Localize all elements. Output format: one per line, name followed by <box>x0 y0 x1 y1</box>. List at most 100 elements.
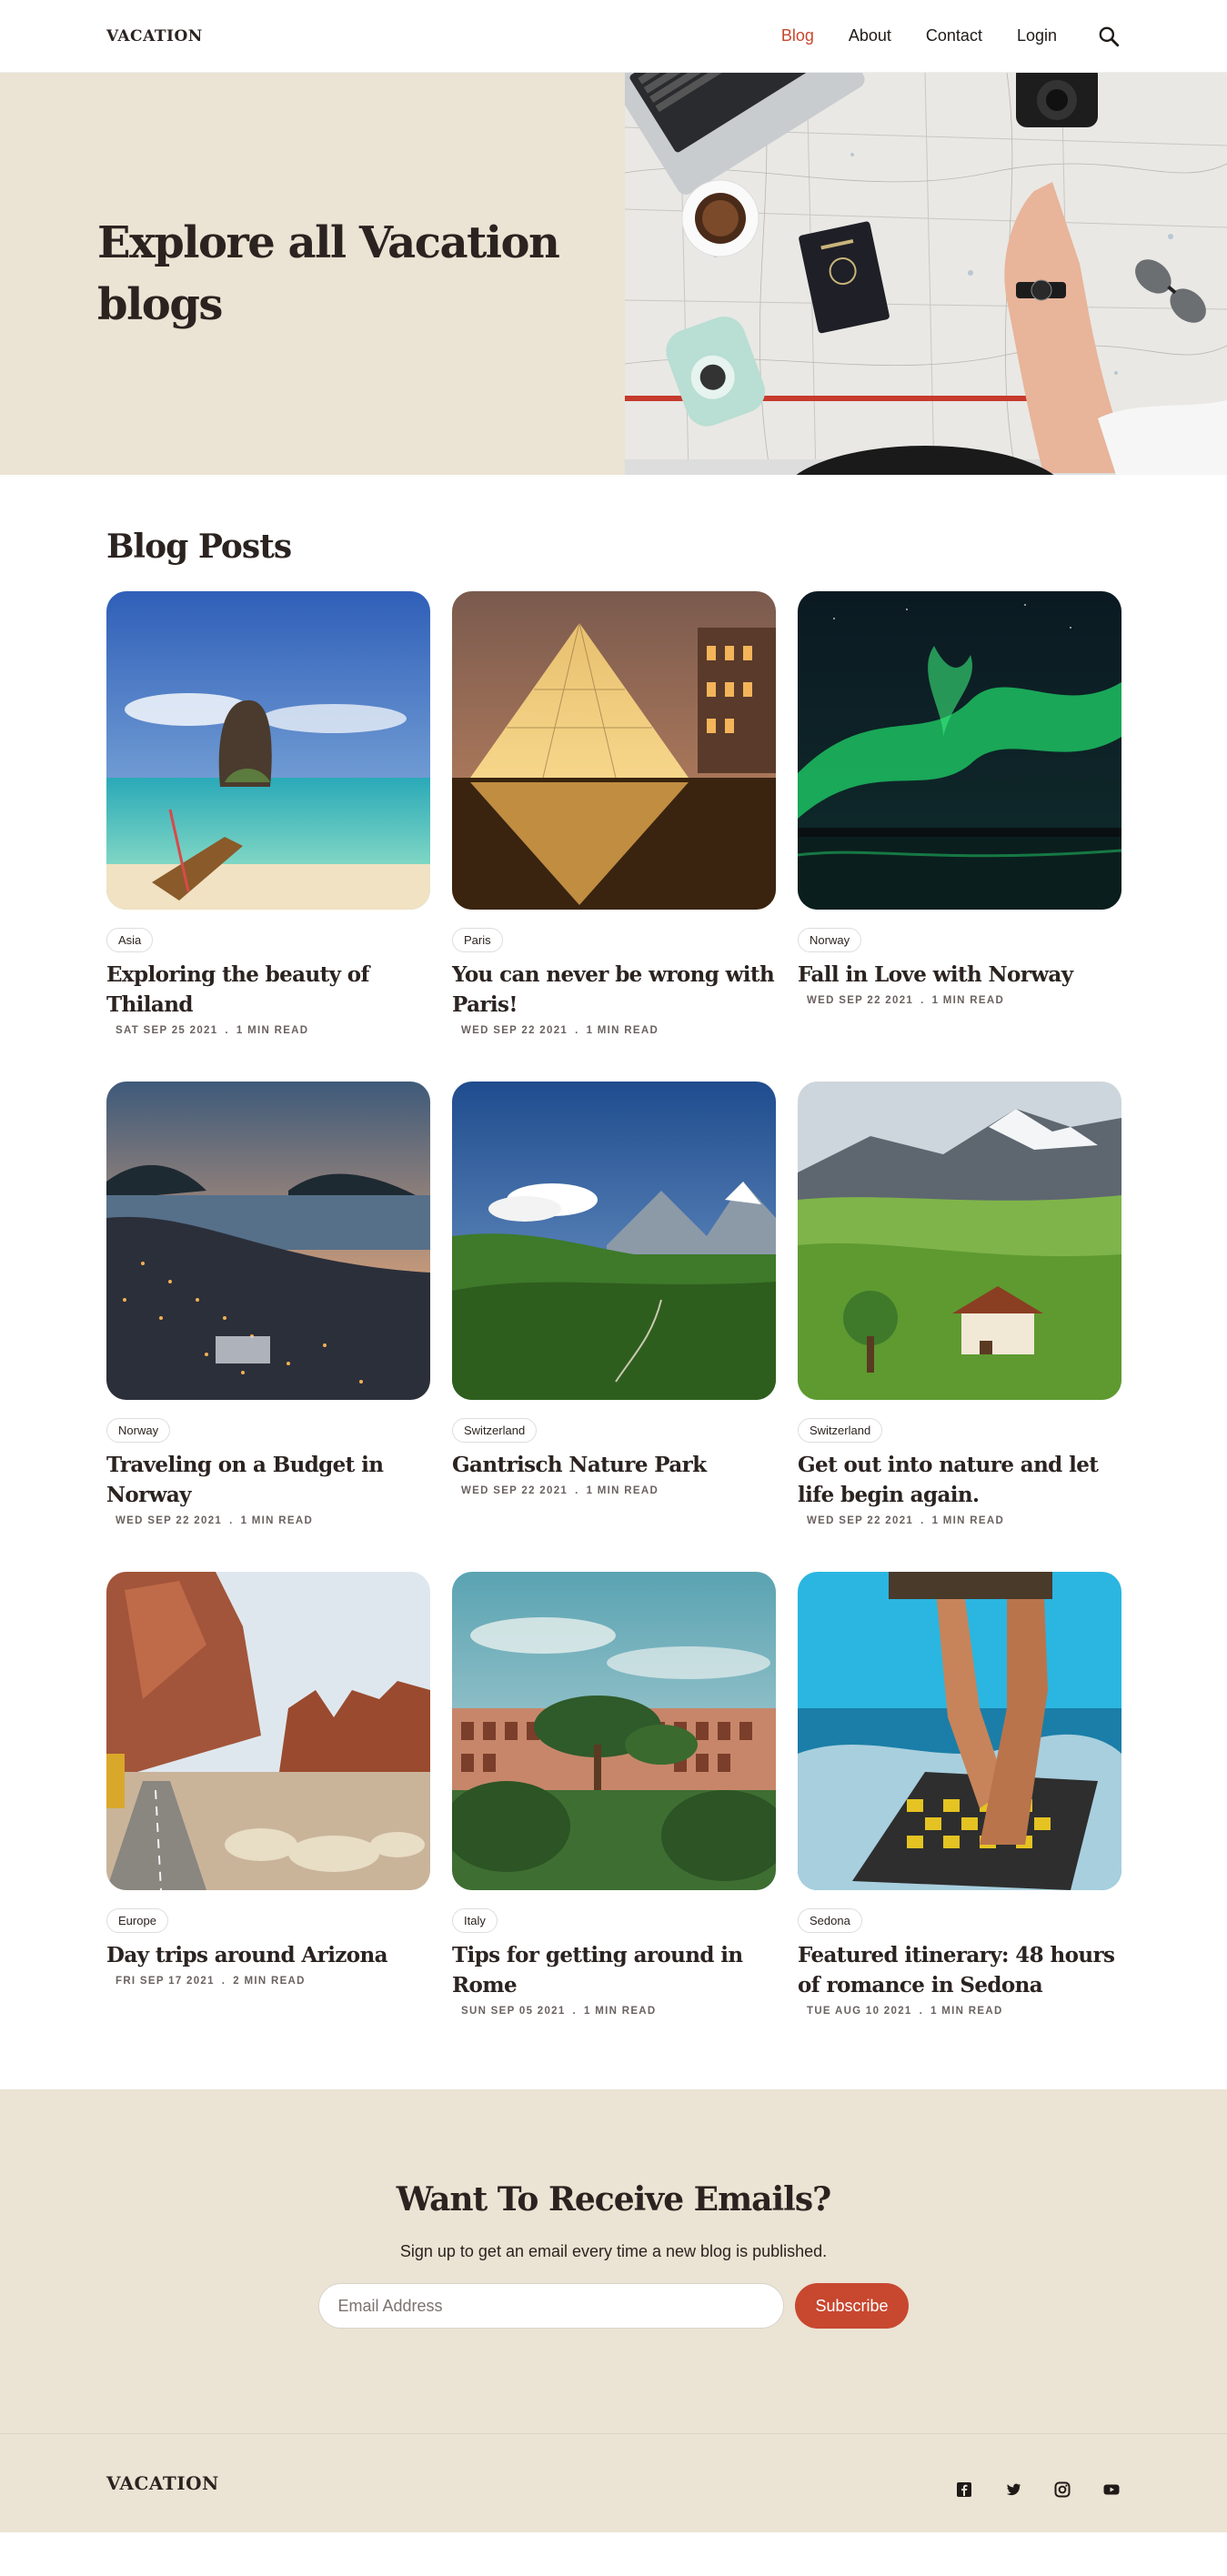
post-date: WED SEP 22 2021 <box>116 1515 223 1526</box>
post-card[interactable]: Europe Day trips around Arizona FRI SEP … <box>106 1572 430 2017</box>
post-read-time: 1 MIN READ <box>930 2006 1003 2017</box>
section-title: Blog Posts <box>106 528 292 566</box>
top-nav: VACATION Blog About Contact Login <box>0 0 1227 73</box>
post-date: WED SEP 22 2021 <box>807 995 914 1006</box>
post-date: SAT SEP 25 2021 <box>116 1025 218 1036</box>
post-meta: SUN SEP 05 2021. 1 MIN READ <box>452 2006 776 2017</box>
facebook-icon[interactable] <box>955 2480 973 2499</box>
post-date: TUE AUG 10 2021 <box>807 2006 912 2017</box>
email-input[interactable] <box>318 2283 785 2329</box>
post-title[interactable]: Fall in Love with Norway <box>798 960 1121 990</box>
meta-separator: . <box>225 1025 229 1036</box>
post-tag[interactable]: Switzerland <box>798 1418 883 1443</box>
nav-link-about[interactable]: About <box>849 26 891 45</box>
nav-links: Blog About Contact Login <box>781 25 1121 48</box>
post-title[interactable]: Gantrisch Nature Park <box>452 1450 776 1480</box>
meta-separator: . <box>920 995 925 1006</box>
post-title[interactable]: Get out into nature and let life begin a… <box>798 1450 1121 1510</box>
brand-logo[interactable]: VACATION <box>106 27 203 45</box>
post-date: WED SEP 22 2021 <box>461 1025 568 1036</box>
nav-link-blog[interactable]: Blog <box>781 26 814 45</box>
post-meta: SAT SEP 25 2021. 1 MIN READ <box>106 1025 430 1036</box>
post-card[interactable]: Paris You can never be wrong with Paris!… <box>452 591 776 1036</box>
post-title[interactable]: You can never be wrong with Paris! <box>452 960 776 1020</box>
post-date: FRI SEP 17 2021 <box>116 1976 215 1987</box>
twitter-icon[interactable] <box>1004 2480 1022 2499</box>
post-thumbnail[interactable] <box>452 591 776 910</box>
subscribe-title: Want To Receive Emails? <box>396 2180 831 2219</box>
post-read-time: 1 MIN READ <box>236 1025 309 1036</box>
hero-title: Explore all Vacation blogs <box>97 212 560 336</box>
post-card[interactable]: Sedona Featured itinerary: 48 hours of r… <box>798 1572 1121 2017</box>
post-card[interactable]: Asia Exploring the beauty of Thiland SAT… <box>106 591 430 1036</box>
post-title[interactable]: Traveling on a Budget in Norway <box>106 1450 430 1510</box>
post-read-time: 1 MIN READ <box>240 1515 314 1526</box>
meta-separator: . <box>575 1485 579 1496</box>
post-meta: TUE AUG 10 2021. 1 MIN READ <box>798 2006 1121 2017</box>
youtube-icon[interactable] <box>1102 2480 1121 2499</box>
post-read-time: 2 MIN READ <box>233 1976 306 1987</box>
footer-brand[interactable]: VACATION <box>106 2472 219 2494</box>
post-tag[interactable]: Europe <box>106 1908 168 1933</box>
post-meta: WED SEP 22 2021. 1 MIN READ <box>798 995 1121 1006</box>
post-thumbnail[interactable] <box>106 1082 430 1400</box>
post-meta: FRI SEP 17 2021. 2 MIN READ <box>106 1976 430 1987</box>
post-read-time: 1 MIN READ <box>931 1515 1005 1526</box>
post-thumbnail[interactable] <box>106 1572 430 1890</box>
post-card[interactable]: Italy Tips for getting around in Rome SU… <box>452 1572 776 2017</box>
post-tag[interactable]: Norway <box>798 928 862 952</box>
nav-link-login[interactable]: Login <box>1017 26 1057 45</box>
post-meta: WED SEP 22 2021. 1 MIN READ <box>798 1515 1121 1526</box>
post-date: WED SEP 22 2021 <box>461 1485 568 1496</box>
post-tag[interactable]: Norway <box>106 1418 171 1443</box>
subscribe-section: Want To Receive Emails? Sign up to get a… <box>0 2089 1227 2433</box>
post-meta: WED SEP 22 2021. 1 MIN READ <box>452 1025 776 1036</box>
post-thumbnail[interactable] <box>798 1572 1121 1890</box>
meta-separator: . <box>229 1515 234 1526</box>
instagram-icon[interactable] <box>1053 2480 1071 2499</box>
post-date: SUN SEP 05 2021 <box>461 2006 566 2017</box>
post-read-time: 1 MIN READ <box>931 995 1005 1006</box>
post-tag[interactable]: Sedona <box>798 1908 862 1933</box>
search-icon[interactable] <box>1097 25 1121 48</box>
meta-separator: . <box>572 2006 578 2017</box>
post-tag[interactable]: Italy <box>452 1908 498 1933</box>
post-read-time: 1 MIN READ <box>584 2006 657 2017</box>
post-tag[interactable]: Paris <box>452 928 503 952</box>
nav-link-contact[interactable]: Contact <box>926 26 982 45</box>
hero-text-panel: Explore all Vacation blogs <box>0 73 625 475</box>
subscribe-text: Sign up to get an email every time a new… <box>399 2242 828 2260</box>
post-meta: WED SEP 22 2021. 1 MIN READ <box>106 1515 430 1526</box>
post-card[interactable]: Switzerland Gantrisch Nature Park WED SE… <box>452 1082 776 1526</box>
meta-separator: . <box>919 2006 924 2017</box>
posts-grid: Asia Exploring the beauty of Thiland SAT… <box>106 591 1121 2017</box>
post-card[interactable]: Norway Fall in Love with Norway WED SEP … <box>798 591 1121 1036</box>
post-thumbnail[interactable] <box>106 591 430 910</box>
post-tag[interactable]: Switzerland <box>452 1418 538 1443</box>
meta-separator: . <box>575 1025 579 1036</box>
footer: VACATION <box>0 2433 1227 2532</box>
meta-separator: . <box>920 1515 925 1526</box>
post-card[interactable]: Norway Traveling on a Budget in Norway W… <box>106 1082 430 1526</box>
post-title[interactable]: Tips for getting around in Rome <box>452 1940 776 2000</box>
hero-title-line-1: Explore all Vacation <box>97 217 560 268</box>
post-read-time: 1 MIN READ <box>586 1025 659 1036</box>
post-date: WED SEP 22 2021 <box>807 1515 914 1526</box>
post-title[interactable]: Day trips around Arizona <box>106 1940 430 1970</box>
post-tag[interactable]: Asia <box>106 928 154 952</box>
post-meta: WED SEP 22 2021. 1 MIN READ <box>452 1485 776 1496</box>
post-title[interactable]: Featured itinerary: 48 hours of romance … <box>798 1940 1121 2000</box>
subscribe-button[interactable]: Subscribe <box>795 2283 909 2329</box>
post-card[interactable]: Switzerland Get out into nature and let … <box>798 1082 1121 1526</box>
post-title[interactable]: Exploring the beauty of Thiland <box>106 960 430 1020</box>
post-thumbnail[interactable] <box>452 1572 776 1890</box>
hero-title-line-2: blogs <box>97 279 223 330</box>
post-thumbnail[interactable] <box>452 1082 776 1400</box>
blog-posts-section: Blog Posts Asia Exploring the beauty of … <box>0 475 1227 2053</box>
subscribe-form: Subscribe <box>318 2283 909 2329</box>
post-thumbnail[interactable] <box>798 591 1121 910</box>
meta-separator: . <box>221 1976 226 1987</box>
social-links <box>955 2480 1121 2499</box>
post-thumbnail[interactable] <box>798 1082 1121 1400</box>
post-read-time: 1 MIN READ <box>586 1485 659 1496</box>
